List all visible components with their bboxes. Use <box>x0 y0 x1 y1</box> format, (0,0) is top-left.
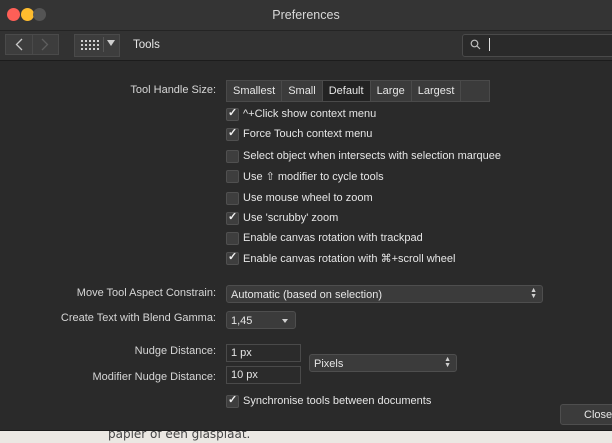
segment-small[interactable]: Small <box>282 81 323 101</box>
segment-large[interactable]: Large <box>371 81 412 101</box>
checkbox-ctrl-click-context-menu[interactable]: ^+Click show context menu <box>226 106 377 121</box>
background-document: papier of een glasplaat. <box>0 431 612 443</box>
checkbox[interactable] <box>226 191 239 205</box>
chevron-down-icon[interactable] <box>107 40 115 46</box>
modifier-nudge-distance-field[interactable]: 10 px <box>226 366 301 384</box>
show-all-button[interactable] <box>74 34 120 57</box>
toolbar: Tools <box>0 30 612 61</box>
checkbox[interactable] <box>226 106 239 121</box>
chevron-down-icon[interactable] <box>282 319 288 323</box>
checkbox-label: Enable canvas rotation with ⌘+scroll whe… <box>243 252 456 265</box>
tool-handle-size-label: Tool Handle Size: <box>130 84 216 96</box>
chevron-left-icon <box>15 38 23 51</box>
background-document-text: papier of een glasplaat. <box>108 431 251 441</box>
checkbox-canvas-rotation-scroll-wheel[interactable]: Enable canvas rotation with ⌘+scroll whe… <box>226 250 456 265</box>
checkbox-shift-cycle-tools[interactable]: Use ⇧ modifier to cycle tools <box>226 169 384 183</box>
grid-icon <box>81 39 99 52</box>
checkbox-force-touch-context-menu[interactable]: Force Touch context menu <box>226 126 373 141</box>
search-icon <box>470 39 481 50</box>
forward-button[interactable] <box>32 34 59 55</box>
checkbox-label: Use 'scrubby' zoom <box>243 212 339 224</box>
checkbox-label: Use mouse wheel to zoom <box>243 192 373 204</box>
checkbox-select-intersects-marquee[interactable]: Select object when intersects with selec… <box>226 149 501 163</box>
checkbox[interactable] <box>226 169 239 183</box>
checkbox[interactable] <box>226 231 239 245</box>
preferences-window: Preferences Tools Tool Handle Size: Smal… <box>0 0 612 443</box>
blend-gamma-label: Create Text with Blend Gamma: <box>60 312 216 324</box>
checkbox[interactable] <box>226 210 239 225</box>
navigation-segment <box>5 34 59 55</box>
checkbox-label: Select object when intersects with selec… <box>243 150 502 162</box>
checkbox-label: Force Touch context menu <box>243 128 373 140</box>
chevron-right-icon <box>41 38 49 51</box>
nudge-distance-label: Nudge Distance: <box>134 345 216 357</box>
search-field[interactable] <box>462 34 612 57</box>
checkbox-synchronise-tools[interactable]: Synchronise tools between documents <box>226 393 432 408</box>
move-tool-aspect-label: Move Tool Aspect Constrain: <box>76 287 216 299</box>
checkbox-label: Use ⇧ modifier to cycle tools <box>243 170 384 183</box>
close-button[interactable]: Close <box>560 404 612 425</box>
checkbox-mouse-wheel-zoom[interactable]: Use mouse wheel to zoom <box>226 191 373 205</box>
nudge-distance-field[interactable]: 1 px <box>226 344 301 362</box>
checkbox[interactable] <box>226 126 239 141</box>
checkbox-canvas-rotation-trackpad[interactable]: Enable canvas rotation with trackpad <box>226 231 423 245</box>
segment-smallest[interactable]: Smallest <box>227 81 283 101</box>
combo-value: 1,45 <box>231 315 253 327</box>
move-tool-aspect-select[interactable]: Automatic (based on selection) ▲ ▼ <box>226 285 543 303</box>
checkbox-label: Synchronise tools between documents <box>243 395 432 407</box>
checkbox-label: ^+Click show context menu <box>243 108 377 120</box>
checkbox-label: Enable canvas rotation with trackpad <box>243 232 423 244</box>
select-value: Pixels <box>314 358 344 370</box>
back-button[interactable] <box>5 34 33 55</box>
search-input[interactable] <box>487 37 607 52</box>
select-value: Automatic (based on selection) <box>231 289 383 301</box>
updown-arrows-icon: ▲ ▼ <box>444 356 451 369</box>
blend-gamma-combo[interactable]: 1,45 <box>226 311 296 329</box>
updown-arrows-icon: ▲ ▼ <box>530 287 537 300</box>
segment-default[interactable]: Default <box>322 81 371 101</box>
modifier-nudge-distance-label: Modifier Nudge Distance: <box>92 371 216 383</box>
checkbox[interactable] <box>226 393 239 408</box>
checkbox[interactable] <box>226 149 239 163</box>
breadcrumb: Tools <box>133 39 160 51</box>
title-bar: Preferences <box>0 0 612 30</box>
units-select[interactable]: Pixels ▲ ▼ <box>309 354 457 372</box>
checkbox-scrubby-zoom[interactable]: Use 'scrubby' zoom <box>226 210 339 225</box>
tool-handle-size-segmented-control: Smallest Small Default Large Largest <box>226 80 491 102</box>
segment-largest[interactable]: Largest <box>412 81 462 101</box>
window-title: Preferences <box>272 8 340 22</box>
segment-spacer <box>461 81 489 101</box>
checkbox[interactable] <box>226 250 239 265</box>
divider <box>103 37 104 52</box>
